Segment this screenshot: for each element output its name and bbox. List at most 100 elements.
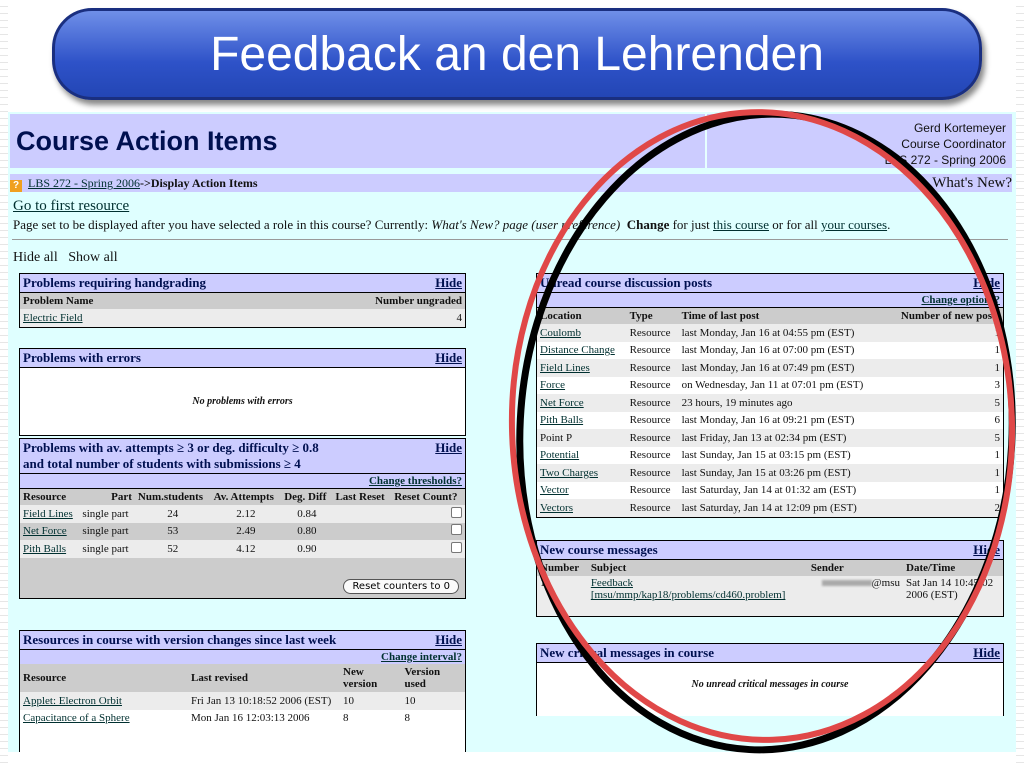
location: Field Lines [537,359,627,377]
screenshot: Course Action Items Gerd Kortemeyer Cour… [8,112,1016,752]
table-row: Potential Resource last Sunday, Jan 15 at … [537,447,1003,465]
location-link[interactable]: Vectors [540,502,573,514]
slide-edge [0,0,8,768]
time-of-last-post: last Friday, Jan 13 at 02:34 pm (EST) [678,429,887,447]
deg-diff: 0.84 [281,505,333,523]
resource: Capacitance of a Sphere [20,710,188,728]
problem-link[interactable]: Electric Field [23,312,83,324]
location-link[interactable]: Coulomb [540,327,581,339]
hide-link[interactable]: Hide [435,350,462,366]
location-link[interactable]: Vector [540,484,569,496]
resource-link[interactable]: Net Force [23,525,67,537]
version-used: 10 [401,692,465,710]
deg-diff: 0.80 [297,525,317,538]
col-header: Subject [587,560,808,576]
table-row: Point P Resource last Friday, Jan 13 at 02… [537,429,1003,447]
whats-new-help[interactable]: What's New? [932,174,1012,192]
resource-link[interactable]: Applet: Electron Orbit [23,695,122,707]
user-info: Gerd Kortemeyer Course Coordinator LBS 2… [885,120,1006,168]
panel-title: Resources in course with version changes… [23,632,337,647]
location: Potential [537,447,627,465]
location-link[interactable]: Field Lines [540,362,590,374]
new-posts: 6 [994,414,1001,427]
location-link[interactable]: Distance Change [540,344,615,356]
type: Resource [626,324,679,342]
discussion-panel: Unread course discussion posts Hide Chang… [536,273,1004,518]
hide-link[interactable]: Hide [435,632,462,648]
last-reset [332,540,392,558]
user-course: LBS 272 - Spring 2006 [884,153,1006,167]
reset-counters-button[interactable]: Reset counters to 0 [343,578,459,594]
new-posts: 1 [886,324,1003,342]
change-options-link[interactable]: Change options? [921,294,1000,306]
help-icon[interactable]: ? [10,180,22,192]
panel-title: New course messages [540,542,658,557]
av-attempts: 2.49 [236,525,256,538]
user-role: Course Coordinator [901,137,1006,151]
table-row: Capacitance of a Sphere Mon Jan 16 12:03:… [20,710,465,728]
type: Resource [626,394,679,412]
this-course-link[interactable]: this course [713,217,769,232]
reset-count [391,505,465,523]
slide-edge [1016,0,1024,768]
resource-link[interactable]: Field Lines [23,508,73,520]
type: Resource [629,414,671,427]
table-row: Net Force Resource 23 hours, 19 minutes ag… [537,394,1003,412]
pref-current: What's New? page (user preference) [431,217,621,232]
hide-link[interactable]: Hide [973,275,1000,291]
resource-link[interactable]: Capacitance of a Sphere [23,712,130,724]
panel-title: New critical messages in course [540,645,715,660]
type: Resource [629,484,671,497]
location-link[interactable]: Force [540,379,565,391]
resource-link[interactable]: Pith Balls [23,543,66,555]
breadcrumb-course-link[interactable]: LBS 272 - Spring 2006 [28,176,140,190]
pref-text: . [887,217,891,232]
time-of-last-post: last Sunday, Jan 15 at 03:15 pm (EST) [681,449,851,462]
col-header: Version used [401,664,465,692]
panel-title: Problems with errors [23,350,141,365]
location-link[interactable]: Net Force [540,397,584,409]
last-reset [332,505,392,523]
handgrading-panel: Problems requiring handgrading Hide Probl… [19,273,466,328]
location-link[interactable]: Pith Balls [540,414,583,426]
go-to-first-resource-link[interactable]: Go to first resource [13,198,129,215]
reset-checkbox[interactable] [451,506,462,518]
location: Two Charges [537,464,627,482]
hide-show-all: Hide all Show all [13,250,118,266]
new-posts: 1 [886,359,1003,377]
av-attempts: 4.12 [210,540,282,558]
hide-link[interactable]: Hide [435,440,462,456]
hide-all-link[interactable]: Hide all [13,250,58,265]
your-courses-link[interactable]: your courses [821,217,887,232]
change-interval-link[interactable]: Change interval? [381,651,462,663]
col-header: Number ungraded [220,293,465,309]
location-link[interactable]: Two Charges [540,467,598,479]
reset-checkbox[interactable] [451,524,462,536]
show-all-link[interactable]: Show all [68,250,117,265]
table-row: Field Lines single part 24 2.12 0.84 [20,505,465,523]
divider [12,239,1008,240]
last-reset [332,523,391,541]
new-posts: 3 [994,379,1001,392]
resource: Pith Balls [20,540,80,558]
location-link[interactable]: Potential [540,449,579,461]
deg-diff: 0.90 [281,540,333,558]
pref-text: for just [669,217,714,232]
hide-link[interactable]: Hide [435,275,462,291]
hide-link[interactable]: Hide [973,645,1000,661]
col-header: Location [537,308,627,324]
hide-link[interactable]: Hide [973,542,1000,558]
new-posts: 1 [994,484,1001,497]
reset-checkbox[interactable] [451,541,462,553]
type: Resource [629,449,671,462]
message-subject-link[interactable]: Feedback [msu/mmp/kap18/problems/cd460.p… [591,577,786,601]
pref-text: or for all [769,217,821,232]
col-header: Av. Attempts [210,489,282,505]
time-of-last-post: last Monday, Jan 16 at 07:49 pm (EST) [678,359,887,377]
panel-title: Problems with av. attempts ≥ 3 or deg. d… [23,440,319,455]
breadcrumb: ? LBS 272 - Spring 2006->Display Action I… [10,174,1012,192]
location: Pith Balls [537,412,627,430]
panel-title: and total number of students with submis… [23,456,301,471]
change-thresholds-link[interactable]: Change thresholds? [369,475,462,487]
col-header: Resource [20,664,188,692]
